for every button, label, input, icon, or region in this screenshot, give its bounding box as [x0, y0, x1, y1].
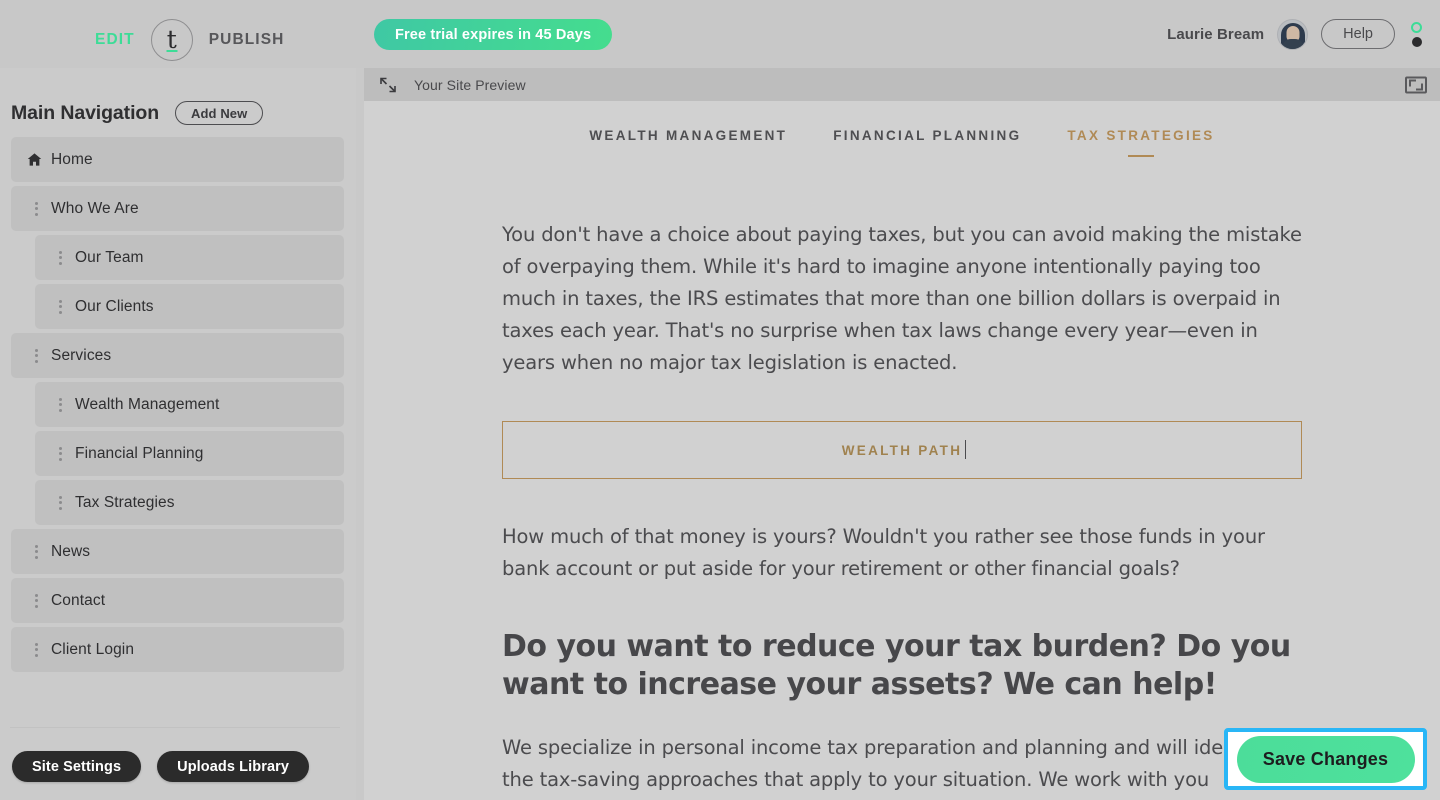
- sidebar-item-label: Services: [51, 346, 112, 364]
- drag-handle-icon[interactable]: [49, 495, 71, 510]
- sidebar-item-label: Who We Are: [51, 199, 139, 217]
- drag-handle-icon[interactable]: [25, 348, 47, 363]
- logo-letter: t: [166, 24, 177, 54]
- publish-mode-tab[interactable]: PUBLISH: [209, 31, 285, 49]
- sidebar-item-services[interactable]: Services: [11, 333, 344, 378]
- drag-handle-icon[interactable]: [25, 544, 47, 559]
- drag-handle-icon[interactable]: [49, 397, 71, 412]
- edit-publish-toggle: EDIT t PUBLISH: [95, 19, 285, 61]
- sidebar-item-our-clients[interactable]: Our Clients: [35, 284, 344, 329]
- paragraph-specialize: We specialize in personal income tax pre…: [502, 736, 1266, 791]
- preview-toolbar: Your Site Preview: [364, 68, 1440, 101]
- sidebar-item-label: Contact: [51, 591, 106, 609]
- edit-mode-tab[interactable]: EDIT: [95, 31, 135, 49]
- wealth-path-label: WEALTH PATH: [841, 439, 966, 459]
- sidebar-item-who-we-are[interactable]: Who We Are: [11, 186, 344, 231]
- drag-handle-icon[interactable]: [25, 201, 47, 216]
- collapse-arrows-icon[interactable]: [376, 74, 400, 96]
- help-button[interactable]: Help: [1321, 19, 1395, 49]
- navigation-list: Home Who We Are Our Team Our Clients Ser…: [0, 126, 356, 672]
- status-ring-icon[interactable]: [1411, 21, 1422, 33]
- drag-handle-icon[interactable]: [49, 250, 71, 265]
- site-settings-button[interactable]: Site Settings: [12, 751, 142, 782]
- sidebar-footer: Site Settings Uploads Library: [12, 751, 310, 782]
- save-changes-highlight: Save Changes: [1224, 728, 1427, 790]
- sidebar-item-label: Financial Planning: [75, 444, 204, 462]
- sidebar-item-tax-strategies[interactable]: Tax Strategies: [35, 480, 344, 525]
- save-changes-button[interactable]: Save Changes: [1236, 735, 1415, 783]
- drag-handle-icon[interactable]: [49, 446, 71, 461]
- top-bar: EDIT t PUBLISH Free trial expires in 45 …: [0, 0, 1440, 68]
- sidebar-item-news[interactable]: News: [11, 529, 344, 574]
- paragraph-intro: You don't have a choice about paying tax…: [502, 223, 1302, 374]
- sidebar-item-label: Home: [51, 150, 93, 168]
- free-trial-badge[interactable]: Free trial expires in 45 Days: [374, 19, 613, 50]
- site-nav-wealth-management[interactable]: WEALTH MANAGEMENT: [589, 128, 787, 157]
- add-new-button[interactable]: Add New: [175, 101, 264, 125]
- user-area: Laurie Bream Help: [1167, 14, 1422, 54]
- expand-fullscreen-icon[interactable]: [1405, 76, 1427, 93]
- sidebar: Main Navigation Add New Home Who We Are …: [0, 68, 356, 800]
- preview-title: Your Site Preview: [414, 76, 526, 93]
- drag-handle-icon[interactable]: [25, 593, 47, 608]
- sidebar-item-label: Wealth Management: [75, 395, 220, 413]
- uploads-library-button[interactable]: Uploads Library: [157, 751, 310, 782]
- site-nav-financial-planning[interactable]: FINANCIAL PLANNING: [833, 128, 1021, 157]
- sidebar-item-our-team[interactable]: Our Team: [35, 235, 344, 280]
- site-preview-panel: Your Site Preview WEALTH MANAGEMENT FINA…: [364, 68, 1440, 800]
- paragraph-money: How much of that money is yours? Wouldn'…: [502, 525, 1265, 580]
- home-icon: [23, 152, 45, 167]
- avatar-body: [1281, 38, 1304, 49]
- site-navigation: WEALTH MANAGEMENT FINANCIAL PLANNING TAX…: [364, 101, 1440, 157]
- drag-handle-icon[interactable]: [25, 642, 47, 657]
- user-name: Laurie Bream: [1167, 25, 1265, 43]
- sidebar-item-home[interactable]: Home: [11, 137, 344, 182]
- heading-reduce-tax-burden: Do you want to reduce your tax burden? D…: [502, 629, 1291, 702]
- sidebar-item-contact[interactable]: Contact: [11, 578, 344, 623]
- sidebar-item-wealth-management[interactable]: Wealth Management: [35, 382, 344, 427]
- page-title: Main Navigation: [11, 101, 160, 124]
- sidebar-item-label: News: [51, 542, 91, 560]
- sidebar-item-label: Tax Strategies: [75, 493, 175, 511]
- logo-underline: [166, 50, 178, 52]
- notification-indicators[interactable]: [1411, 21, 1422, 47]
- wealth-path-button[interactable]: WEALTH PATH: [502, 421, 1302, 479]
- drag-handle-icon[interactable]: [49, 299, 71, 314]
- sidebar-item-client-login[interactable]: Client Login: [11, 627, 344, 672]
- site-body: You don't have a choice about paying tax…: [502, 157, 1302, 800]
- avatar[interactable]: [1277, 18, 1309, 50]
- app-logo[interactable]: t: [150, 19, 193, 61]
- sidebar-divider: [10, 727, 340, 728]
- site-content: WEALTH MANAGEMENT FINANCIAL PLANNING TAX…: [364, 101, 1440, 800]
- sidebar-item-label: Our Clients: [75, 297, 154, 315]
- status-dot-icon[interactable]: [1411, 36, 1422, 47]
- site-editor-app: EDIT t PUBLISH Free trial expires in 45 …: [0, 0, 1440, 800]
- sidebar-item-label: Client Login: [51, 640, 135, 658]
- site-nav-tax-strategies[interactable]: TAX STRATEGIES: [1067, 128, 1214, 157]
- sidebar-item-label: Our Team: [75, 248, 144, 266]
- sidebar-header: Main Navigation Add New: [0, 68, 356, 126]
- sidebar-item-financial-planning[interactable]: Financial Planning: [35, 431, 344, 476]
